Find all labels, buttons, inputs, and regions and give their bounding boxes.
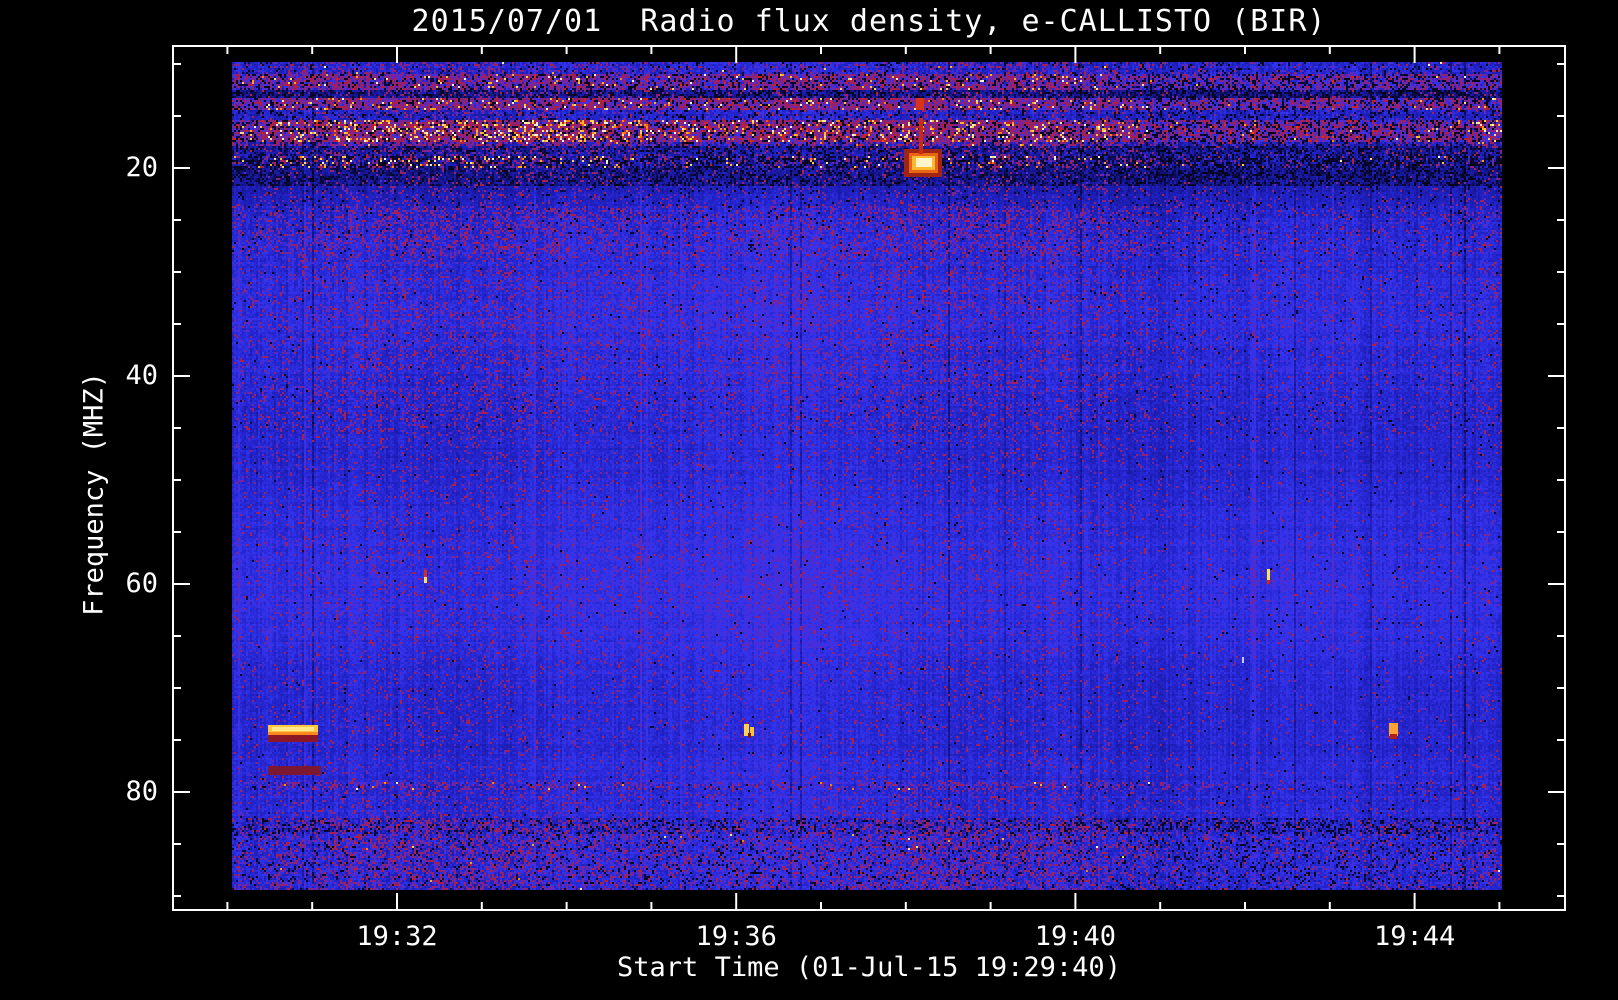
y-tick-label: 20 <box>86 152 158 183</box>
spectrogram-heatmap <box>232 62 1502 890</box>
y-tick-label: 80 <box>86 776 158 807</box>
y-tick-label: 60 <box>86 568 158 599</box>
x-axis-title: Start Time (01-Jul-15 19:29:40) <box>172 952 1566 983</box>
y-tick-label: 40 <box>86 360 158 391</box>
spectrogram-page: 2015/07/01 Radio flux density, e-CALLIST… <box>0 0 1618 1000</box>
x-tick-label: 19:36 <box>666 921 806 952</box>
chart-title: 2015/07/01 Radio flux density, e-CALLIST… <box>172 4 1566 39</box>
x-tick-label: 19:40 <box>1005 921 1145 952</box>
x-tick-label: 19:32 <box>327 921 467 952</box>
x-tick-label: 19:44 <box>1345 921 1485 952</box>
